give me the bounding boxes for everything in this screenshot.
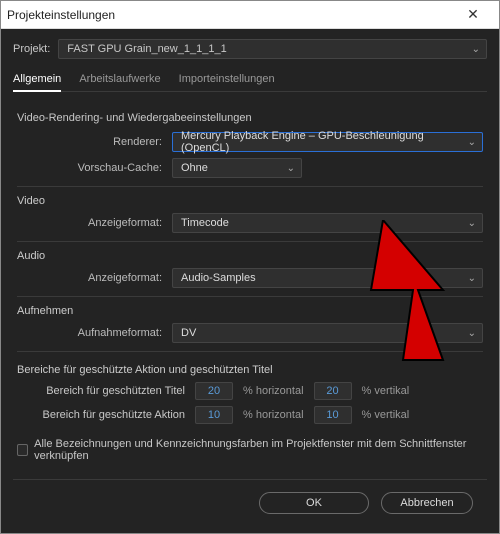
safe-action-v-input[interactable]: 10 bbox=[314, 406, 352, 424]
dialog-content: Projekt: FAST GPU Grain_new_1_1_1_1 ⌄ Al… bbox=[1, 29, 499, 533]
safe-title-label: Bereich für geschützten Titel bbox=[17, 385, 185, 397]
video-format-label: Anzeigeformat: bbox=[17, 217, 172, 229]
safe-title-h-input[interactable]: 20 bbox=[195, 382, 233, 400]
video-section: Video Anzeigeformat: Timecode ⌄ bbox=[17, 186, 483, 233]
capture-format-row: Aufnahmeformat: DV ⌄ bbox=[17, 323, 483, 343]
safe-title-row: Bereich für geschützten Titel 20 % horiz… bbox=[17, 382, 483, 400]
safe-title: Bereiche für geschützte Aktion und gesch… bbox=[17, 364, 483, 376]
capture-format-select[interactable]: DV ⌄ bbox=[172, 323, 483, 343]
tab-scratch[interactable]: Arbeitslaufwerke bbox=[79, 69, 160, 91]
unit-horizontal: % horizontal bbox=[243, 385, 304, 397]
dialog-window: Projekteinstellungen ✕ Projekt: FAST GPU… bbox=[0, 0, 500, 534]
panel-general: Video-Rendering- und Wiedergabeeinstellu… bbox=[13, 96, 487, 473]
cancel-button[interactable]: Abbrechen bbox=[381, 492, 473, 514]
unit-vertical: % vertikal bbox=[362, 409, 410, 421]
link-colors-checkbox[interactable] bbox=[17, 444, 28, 456]
safe-action-label: Bereich für geschützte Aktion bbox=[17, 409, 185, 421]
renderer-select[interactable]: Mercury Playback Engine – GPU-Beschleuni… bbox=[172, 132, 483, 152]
project-label: Projekt: bbox=[13, 43, 50, 55]
audio-section: Audio Anzeigeformat: Audio-Samples ⌄ bbox=[17, 241, 483, 288]
project-select[interactable]: FAST GPU Grain_new_1_1_1_1 ⌄ bbox=[58, 39, 487, 59]
capture-heading: Aufnehmen bbox=[17, 305, 483, 317]
audio-format-value: Audio-Samples bbox=[181, 272, 256, 284]
safe-action-h-input[interactable]: 10 bbox=[195, 406, 233, 424]
renderer-value: Mercury Playback Engine – GPU-Beschleuni… bbox=[181, 130, 474, 154]
tab-import[interactable]: Importeinstellungen bbox=[179, 69, 275, 91]
safe-title-v-input[interactable]: 20 bbox=[314, 382, 352, 400]
ok-button[interactable]: OK bbox=[259, 492, 369, 514]
tabs: Allgemein Arbeitslaufwerke Importeinstel… bbox=[13, 69, 487, 92]
safe-action-row: Bereich für geschützte Aktion 10 % horiz… bbox=[17, 406, 483, 424]
video-format-select[interactable]: Timecode ⌄ bbox=[172, 213, 483, 233]
window-title: Projekteinstellungen bbox=[7, 8, 453, 22]
render-section-title: Video-Rendering- und Wiedergabeeinstellu… bbox=[17, 112, 483, 124]
video-format-value: Timecode bbox=[181, 217, 229, 229]
chevron-down-icon: ⌄ bbox=[468, 137, 476, 148]
audio-format-row: Anzeigeformat: Audio-Samples ⌄ bbox=[17, 268, 483, 288]
chevron-down-icon: ⌄ bbox=[472, 44, 480, 55]
capture-format-value: DV bbox=[181, 327, 196, 339]
cache-value: Ohne bbox=[181, 162, 208, 174]
chevron-down-icon: ⌄ bbox=[468, 218, 476, 229]
capture-format-label: Aufnahmeformat: bbox=[17, 327, 172, 339]
project-value: FAST GPU Grain_new_1_1_1_1 bbox=[67, 43, 226, 55]
tab-general[interactable]: Allgemein bbox=[13, 69, 61, 91]
chevron-down-icon: ⌄ bbox=[287, 163, 295, 174]
renderer-row: Renderer: Mercury Playback Engine – GPU-… bbox=[17, 132, 483, 152]
chevron-down-icon: ⌄ bbox=[468, 328, 476, 339]
dialog-footer: OK Abbrechen bbox=[13, 479, 487, 525]
link-colors-row: Alle Bezeichnungen und Kennzeichnungsfar… bbox=[17, 438, 483, 462]
renderer-label: Renderer: bbox=[17, 136, 172, 148]
unit-horizontal: % horizontal bbox=[243, 409, 304, 421]
titlebar: Projekteinstellungen ✕ bbox=[1, 1, 499, 29]
capture-section: Aufnehmen Aufnahmeformat: DV ⌄ bbox=[17, 296, 483, 343]
unit-vertical: % vertikal bbox=[362, 385, 410, 397]
video-heading: Video bbox=[17, 195, 483, 207]
chevron-down-icon: ⌄ bbox=[468, 273, 476, 284]
project-row: Projekt: FAST GPU Grain_new_1_1_1_1 ⌄ bbox=[13, 39, 487, 59]
cache-select[interactable]: Ohne ⌄ bbox=[172, 158, 302, 178]
audio-format-label: Anzeigeformat: bbox=[17, 272, 172, 284]
close-icon[interactable]: ✕ bbox=[453, 6, 493, 23]
safe-section: Bereiche für geschützte Aktion und gesch… bbox=[17, 351, 483, 424]
cache-row: Vorschau-Cache: Ohne ⌄ bbox=[17, 158, 483, 178]
audio-heading: Audio bbox=[17, 250, 483, 262]
audio-format-select[interactable]: Audio-Samples ⌄ bbox=[172, 268, 483, 288]
link-colors-label: Alle Bezeichnungen und Kennzeichnungsfar… bbox=[34, 438, 483, 462]
cache-label: Vorschau-Cache: bbox=[17, 162, 172, 174]
video-format-row: Anzeigeformat: Timecode ⌄ bbox=[17, 213, 483, 233]
